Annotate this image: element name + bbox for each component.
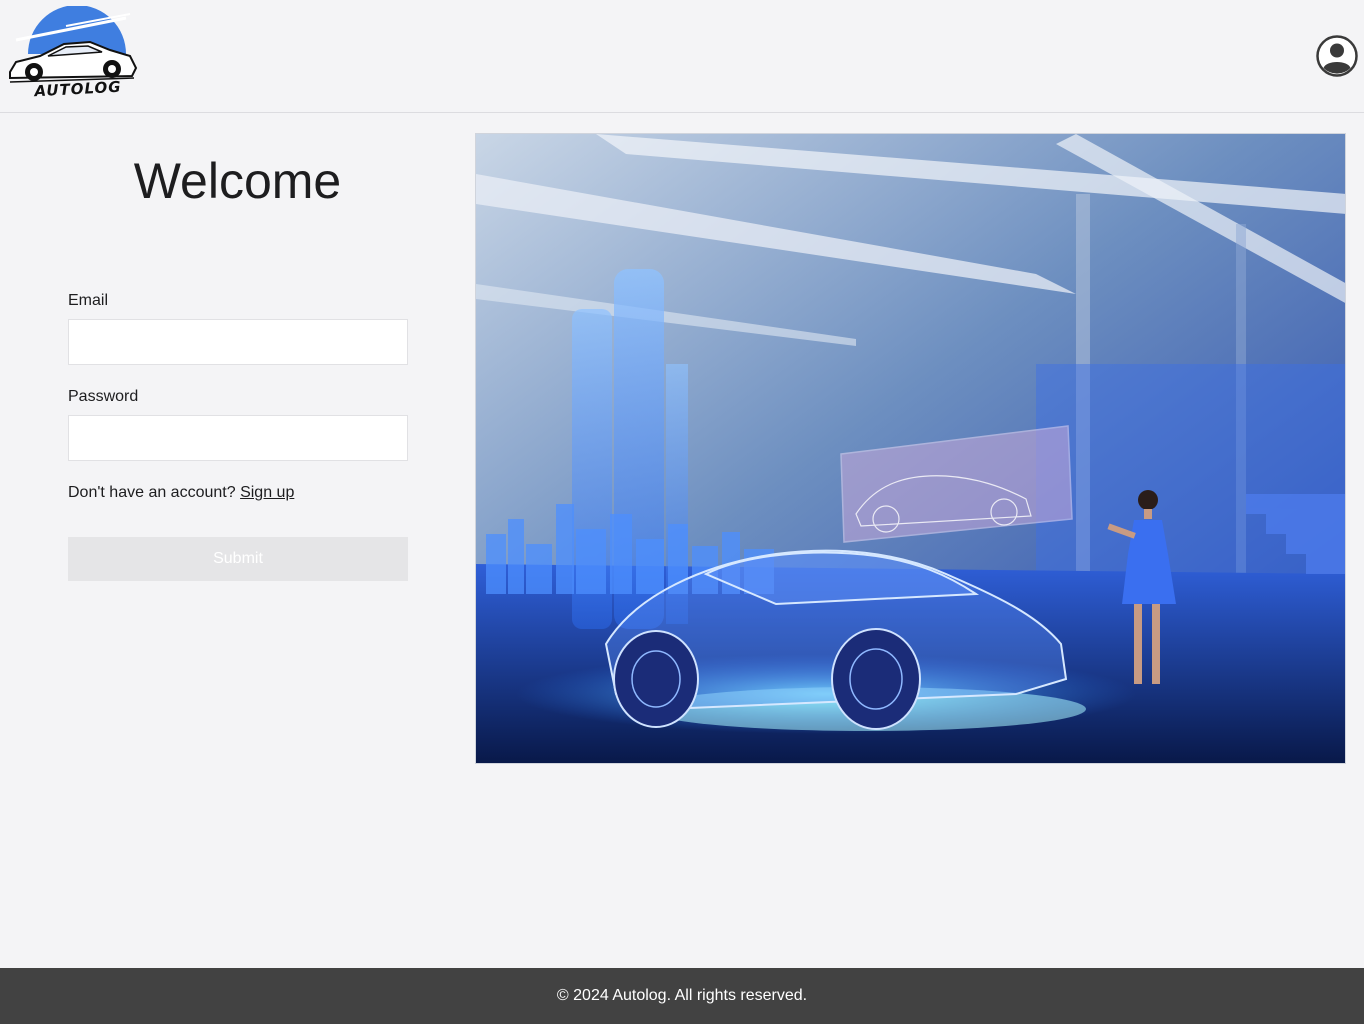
- page-title: Welcome: [133, 153, 342, 209]
- login-panel: Welcome Email Password Don't have an acc…: [0, 114, 475, 814]
- submit-button[interactable]: Submit: [68, 537, 408, 581]
- hologram-car-illustration: [476, 134, 1345, 763]
- password-label: Password: [68, 388, 139, 405]
- signup-prompt-row: Don't have an account? Sign up: [68, 484, 294, 502]
- user-circle-icon: [1316, 35, 1358, 77]
- password-field[interactable]: [68, 415, 408, 461]
- copyright-text: © 2024 Autolog. All rights reserved.: [556, 987, 808, 1004]
- account-button[interactable]: [1316, 35, 1358, 77]
- site-header: AUTOLOG: [0, 0, 1364, 113]
- signup-prompt-text: Don't have an account?: [68, 484, 236, 501]
- autolog-logo[interactable]: AUTOLOG: [6, 5, 140, 102]
- email-field[interactable]: [68, 319, 408, 365]
- site-footer: © 2024 Autolog. All rights reserved.: [0, 968, 1364, 1024]
- signup-link[interactable]: Sign up: [240, 484, 294, 501]
- hero-image: [475, 133, 1346, 764]
- email-label: Email: [68, 292, 109, 309]
